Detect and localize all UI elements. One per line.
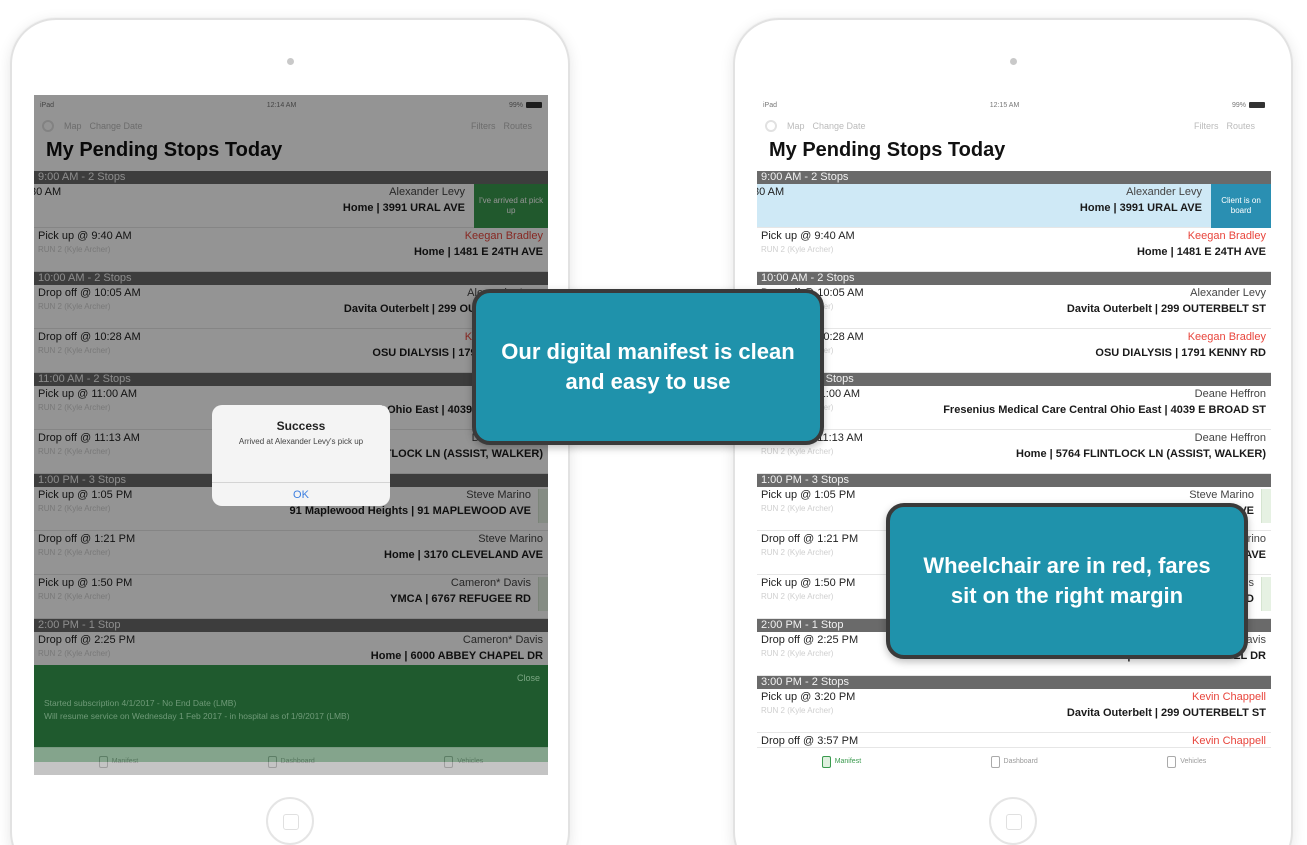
stop-time: Drop off @ 2:25 PM xyxy=(761,634,859,646)
routes-link[interactable]: Routes xyxy=(1226,121,1255,131)
tab-dashboard[interactable]: Dashboard xyxy=(990,755,1038,768)
stop-address: Home | 3991 URAL AVE xyxy=(1079,202,1202,214)
fare-marker[interactable] xyxy=(1261,489,1271,523)
callout-wheelchair-fares: Wheelchair are in red, fares sit on the … xyxy=(886,503,1248,659)
section-header: 9:00 AM - 2 Stops xyxy=(757,171,1271,184)
run-label: RUN 2 (Kyle Archer) xyxy=(761,504,834,513)
client-name: Kevin Chappell xyxy=(1192,735,1266,747)
map-link[interactable]: Map xyxy=(787,121,805,131)
page-title: My Pending Stops Today xyxy=(769,139,1006,161)
screen-right: iPad 12:15 AM 99% Map Change Date Filter… xyxy=(757,95,1271,775)
client-name: Deane Heffron xyxy=(1194,388,1266,400)
stop-address: Davita Outerbelt | 299 OUTERBELT ST xyxy=(1066,303,1266,315)
stop-time: 30 AM xyxy=(757,186,785,198)
section-header: 1:00 PM - 3 Stops xyxy=(757,474,1271,487)
clipboard-icon xyxy=(821,755,831,768)
close-notes-button[interactable]: Close xyxy=(517,673,540,683)
refresh-icon[interactable] xyxy=(765,120,777,132)
tab-manifest[interactable]: Manifest xyxy=(98,755,138,768)
stop-time: Pick up @ 9:40 AM xyxy=(761,230,855,242)
stop-list: 9:00 AM - 2 Stops 30 AM Alexander Levy Home… xyxy=(757,171,1271,775)
alert-message: Arrived at Alexander Levy's pick up xyxy=(238,437,364,446)
battery: 99% xyxy=(1232,102,1265,109)
client-name: Steve Marino xyxy=(1189,489,1254,501)
section-header: 10:00 AM - 2 Stops xyxy=(757,272,1271,285)
stop-row[interactable]: Drop off @ 10:05 AMRUN 2 (Kyle Archer)Al… xyxy=(757,285,1271,329)
stop-row[interactable]: Pick up @ 9:40 AM RUN 2 (Kyle Archer) Keeg… xyxy=(757,228,1271,272)
battery-icon xyxy=(1248,101,1265,108)
nav-bar: Map Change Date Filters Routes xyxy=(757,115,1271,137)
run-label: RUN 2 (Kyle Archer) xyxy=(761,245,834,254)
tab-vehicles[interactable]: Vehicles xyxy=(1167,755,1206,768)
clock: 12:15 AM xyxy=(989,101,1020,109)
run-label: RUN 2 (Kyle Archer) xyxy=(761,548,834,557)
home-button[interactable] xyxy=(266,797,314,845)
stop-row[interactable]: Drop off @ 11:13 AMRUN 2 (Kyle Archer)De… xyxy=(757,430,1271,474)
stop-address: OSU DIALYSIS | 1791 KENNY RD xyxy=(1095,347,1266,359)
client-name: Alexander Levy xyxy=(1190,287,1266,299)
camera-icon xyxy=(1010,58,1017,65)
stop-time: Drop off @ 1:21 PM xyxy=(761,533,859,545)
run-label: RUN 2 (Kyle Archer) xyxy=(761,649,834,658)
tab-bar: Manifest Dashboard Vehicles xyxy=(34,747,548,775)
stop-row[interactable]: Drop off @ 10:28 AMRUN 2 (Kyle Archer)Ke… xyxy=(757,329,1271,373)
stop-row[interactable]: 30 AM Alexander Levy Home | 3991 URAL AVE C… xyxy=(757,184,1271,228)
filters-link[interactable]: Filters xyxy=(1194,121,1219,131)
section-header: 11:00 AM - 2 Stops xyxy=(757,373,1271,386)
home-button[interactable] xyxy=(989,797,1037,845)
dashboard-icon xyxy=(990,755,1000,768)
client-name: Keegan Bradley xyxy=(1187,331,1266,343)
client-name: Keegan Bradley xyxy=(1187,230,1266,242)
run-label: RUN 2 (Kyle Archer) xyxy=(761,706,834,715)
stop-row[interactable]: Pick up @ 3:20 PM RUN 2 (Kyle Archer) Kevi… xyxy=(757,689,1271,733)
alert-ok-button[interactable]: OK xyxy=(212,482,390,506)
callout-manifest: Our digital manifest is clean and easy t… xyxy=(472,289,824,445)
carrier: iPad xyxy=(763,101,778,109)
vehicle-icon xyxy=(1167,755,1177,768)
stop-address: Home | 1481 E 24TH AVE xyxy=(1136,246,1266,258)
screen-left: iPad 12:14 AM 99% Map Change Date Filter… xyxy=(34,95,548,775)
stop-address: Home | 5764 FLINTLOCK LN (ASSIST, WALKER… xyxy=(1016,448,1266,460)
client-on-board-button[interactable]: Client is on board xyxy=(1211,184,1271,228)
clipboard-icon xyxy=(98,755,108,768)
dashboard-icon xyxy=(267,755,277,768)
stop-time: Pick up @ 1:50 PM xyxy=(761,577,856,589)
camera-icon xyxy=(287,58,294,65)
success-alert: Success Arrived at Alexander Levy's pick… xyxy=(212,405,390,506)
stop-time: Pick up @ 3:20 PM xyxy=(761,691,856,703)
client-name: Deane Heffron xyxy=(1194,432,1266,444)
notes-text: Started subscription 4/1/2017 - No End D… xyxy=(44,698,350,722)
stop-time: Drop off @ 3:57 PM xyxy=(761,735,859,747)
client-name: Kevin Chappell xyxy=(1192,691,1266,703)
tab-dashboard[interactable]: Dashboard xyxy=(267,755,315,768)
run-label: RUN 2 (Kyle Archer) xyxy=(761,447,834,456)
stop-address: Fresenius Medical Care Central Ohio East… xyxy=(943,404,1266,416)
status-bar: iPad 12:15 AM 99% xyxy=(757,95,1271,115)
tab-manifest[interactable]: Manifest xyxy=(821,755,861,768)
fare-marker[interactable] xyxy=(1261,577,1271,611)
section-header: 3:00 PM - 2 Stops xyxy=(757,676,1271,689)
stop-time: Pick up @ 1:05 PM xyxy=(761,489,856,501)
stop-address: Davita Outerbelt | 299 OUTERBELT ST xyxy=(1066,707,1266,719)
vehicle-icon xyxy=(444,755,454,768)
alert-title: Success xyxy=(276,419,326,433)
run-label: RUN 2 (Kyle Archer) xyxy=(761,592,834,601)
change-date-link[interactable]: Change Date xyxy=(813,121,866,131)
tab-bar: Manifest Dashboard Vehicles xyxy=(757,747,1271,775)
stop-row[interactable]: Pick up @ 11:00 AMRUN 2 (Kyle Archer)Dea… xyxy=(757,386,1271,430)
tab-vehicles[interactable]: Vehicles xyxy=(444,755,483,768)
client-name: Alexander Levy xyxy=(1126,186,1202,198)
